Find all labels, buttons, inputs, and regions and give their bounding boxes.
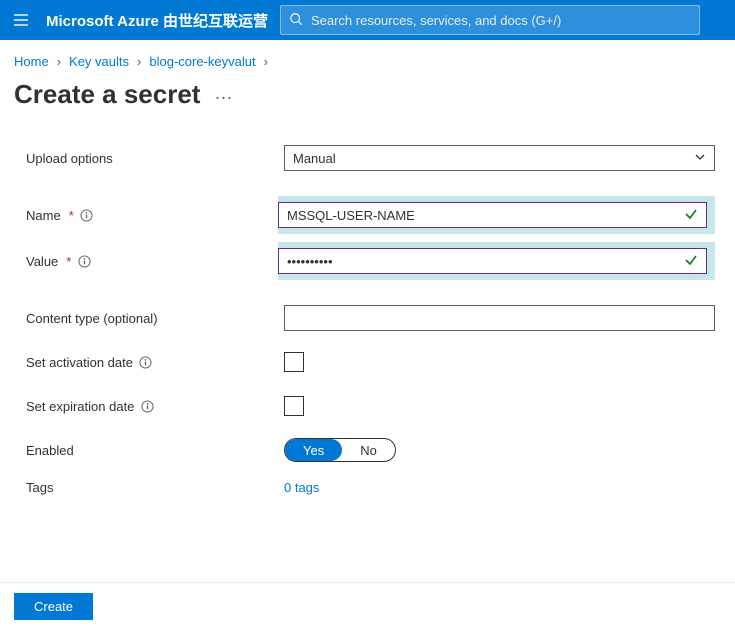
footer: Create — [0, 582, 735, 630]
value-input[interactable]: •••••••••• — [278, 248, 707, 274]
chevron-right-icon: › — [264, 54, 268, 69]
check-icon — [684, 207, 698, 224]
name-value: MSSQL-USER-NAME — [287, 208, 415, 223]
tags-label: Tags — [26, 480, 284, 495]
chevron-right-icon: › — [137, 54, 141, 69]
breadcrumb-home[interactable]: Home — [14, 54, 49, 69]
activation-checkbox[interactable] — [284, 352, 304, 372]
upload-options-select[interactable]: Manual — [284, 145, 715, 171]
content-type-label: Content type (optional) — [26, 311, 284, 326]
enabled-no[interactable]: No — [342, 439, 395, 461]
more-icon[interactable]: ··· — [214, 81, 232, 108]
menu-icon[interactable] — [8, 7, 34, 33]
check-icon — [684, 253, 698, 270]
breadcrumb: Home › Key vaults › blog-core-keyvalut › — [0, 40, 735, 77]
expiration-label: Set expiration date — [26, 399, 284, 414]
chevron-down-icon — [694, 151, 706, 166]
search-icon — [289, 12, 303, 29]
info-icon[interactable] — [77, 254, 91, 268]
activation-label: Set activation date — [26, 355, 284, 370]
brand-title[interactable]: Microsoft Azure 由世纪互联运营 — [46, 10, 268, 31]
search-input[interactable] — [311, 13, 691, 28]
info-icon[interactable] — [140, 399, 154, 413]
chevron-right-icon: › — [57, 54, 61, 69]
enabled-toggle[interactable]: Yes No — [284, 438, 396, 462]
form: Upload options Manual Name* MSSQL-USER-N… — [0, 130, 735, 512]
enabled-label: Enabled — [26, 443, 284, 458]
enabled-yes[interactable]: Yes — [285, 439, 342, 461]
expiration-checkbox[interactable] — [284, 396, 304, 416]
value-label: Value* — [26, 254, 284, 269]
info-icon[interactable] — [80, 208, 94, 222]
breadcrumb-keyvaults[interactable]: Key vaults — [69, 54, 129, 69]
page-title: Create a secret — [14, 79, 200, 110]
global-search[interactable] — [280, 5, 700, 35]
upload-options-label: Upload options — [26, 151, 284, 166]
upload-options-value: Manual — [293, 151, 336, 166]
content-type-input[interactable] — [284, 305, 715, 331]
name-input[interactable]: MSSQL-USER-NAME — [278, 202, 707, 228]
tags-link[interactable]: 0 tags — [284, 480, 319, 495]
create-button[interactable]: Create — [14, 593, 93, 620]
info-icon[interactable] — [139, 355, 153, 369]
name-label: Name* — [26, 208, 284, 223]
title-row: Create a secret ··· — [0, 77, 735, 130]
breadcrumb-resource[interactable]: blog-core-keyvalut — [149, 54, 255, 69]
top-bar: Microsoft Azure 由世纪互联运营 — [0, 0, 735, 40]
value-masked: •••••••••• — [287, 254, 333, 269]
